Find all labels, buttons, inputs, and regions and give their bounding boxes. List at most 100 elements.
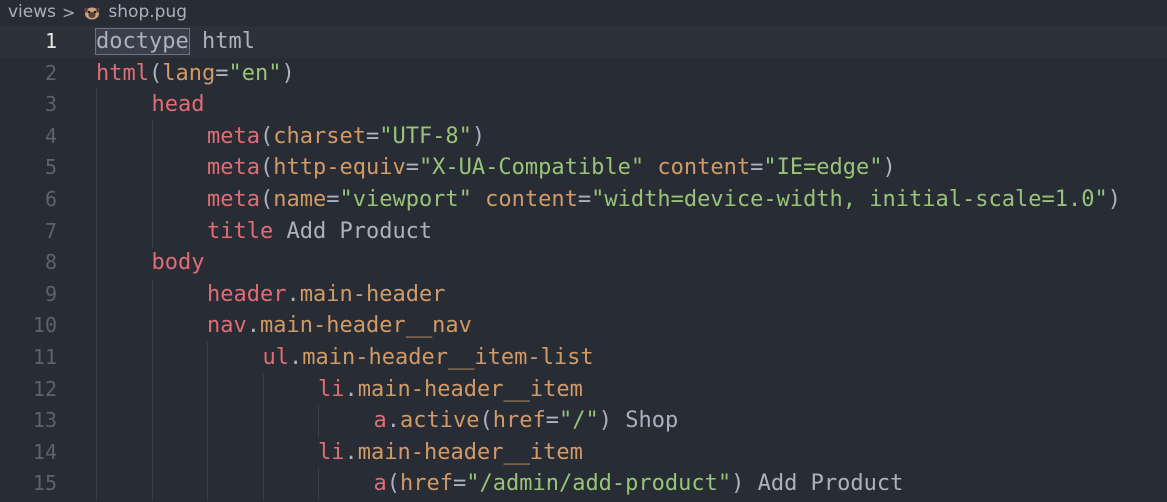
breadcrumb: views > shop.pug [0, 0, 1167, 24]
code-token: content [485, 187, 578, 212]
code-token: href [492, 408, 546, 434]
indent-guide [96, 152, 97, 184]
code-token: ) [281, 60, 295, 86]
code-token: ( [386, 471, 400, 497]
code-line[interactable]: 8 body [0, 247, 1167, 279]
line-number: 2 [44, 60, 57, 85]
code-token: content [657, 155, 751, 181]
indent-guide [262, 468, 264, 500]
code-text: meta(http-equiv="X-UA-Compatible" conten… [207, 152, 896, 184]
code-token: ( [259, 155, 274, 181]
line-number: 3 [44, 92, 57, 117]
code-token: ( [479, 408, 493, 434]
indent-guide [96, 278, 97, 311]
line-number: 1 [44, 29, 57, 53]
indent-guide [151, 215, 153, 248]
code-token: html [96, 60, 149, 86]
indent-guide [96, 342, 97, 374]
code-token: . [344, 439, 358, 465]
indent-guide [96, 247, 97, 279]
code-text: meta(charset="UTF-8") [207, 121, 485, 153]
code-token: . [386, 408, 400, 434]
indent-guide [207, 373, 208, 406]
code-line[interactable]: 15 a(href="/admin/add-product") Add Produ… [0, 468, 1167, 500]
code-line[interactable]: 14 li.main-header__item [0, 436, 1167, 469]
code-token: "UTF-8" [379, 123, 472, 149]
code-token: li [318, 439, 345, 465]
code-token: main-header [299, 281, 446, 307]
code-token: = [215, 60, 229, 86]
code-token: ( [259, 123, 274, 149]
breadcrumb-file[interactable]: shop.pug [108, 2, 187, 22]
code-token: active [400, 408, 480, 434]
code-token: "/admin/add-product" [466, 471, 732, 497]
indent-guide [262, 436, 264, 469]
code-line[interactable]: 5 meta(http-equiv="X-UA-Compatible" conte… [0, 152, 1167, 184]
code-token: . [286, 281, 300, 307]
code-token: body [151, 250, 205, 276]
code-line[interactable]: 2 html(lang="en") [0, 58, 1167, 90]
code-token: http-equiv [273, 155, 406, 181]
indent-guide [96, 468, 97, 500]
code-text: li.main-header__item [318, 374, 583, 406]
code-text: meta(name="viewport" content="width=devi… [207, 184, 1121, 216]
code-token: li [318, 376, 345, 402]
code-editor[interactable]: 1 doctype html 2 html(lang="en") 3 head 4 meta(… [0, 26, 1167, 502]
code-line[interactable]: 11 ul.main-header__item-list [0, 342, 1167, 374]
code-line[interactable]: 4 meta(charset="UTF-8") [0, 120, 1167, 153]
code-token: main-header__item-list [302, 345, 594, 370]
code-token: a [373, 408, 387, 434]
line-number: 14 [32, 439, 57, 464]
code-line[interactable]: 13 a.active(href="/") Shop [0, 405, 1167, 437]
code-token: html [188, 29, 255, 54]
code-token: "en" [228, 60, 282, 86]
code-token: title [207, 218, 274, 244]
code-token: ) [882, 155, 896, 181]
line-number: 4 [44, 123, 57, 148]
indent-guide [151, 184, 153, 216]
indent-guide [96, 184, 97, 216]
code-text: body [152, 247, 205, 279]
code-token: = [452, 471, 467, 497]
indent-guide [96, 215, 97, 248]
code-token: name [273, 187, 327, 212]
indent-guide [151, 373, 153, 406]
code-token: ul [262, 345, 290, 370]
code-token: charset [273, 123, 366, 149]
code-text: nav.main-header__nav [207, 310, 472, 342]
code-token: meta [207, 187, 260, 212]
code-token: = [326, 187, 340, 212]
code-token: href [400, 471, 453, 497]
code-line[interactable]: 6 meta(name="viewport" content="width=dev… [0, 184, 1167, 216]
code-line[interactable]: 1 doctype html [0, 26, 1167, 58]
code-token: nav [207, 313, 247, 339]
code-token: "/" [558, 408, 599, 434]
code-line[interactable]: 9 header.main-header [0, 278, 1167, 311]
line-number: 10 [32, 313, 57, 338]
code-token: = [545, 408, 559, 434]
line-number: 12 [32, 376, 57, 401]
code-text: li.main-header__item [318, 437, 583, 469]
indent-guide [151, 310, 153, 342]
code-line[interactable]: 12 li.main-header__item [0, 373, 1167, 406]
code-token: doctype [95, 28, 190, 55]
indent-guide [207, 436, 208, 469]
code-token: . [246, 313, 260, 339]
indent-guide [262, 405, 264, 437]
line-number: 11 [32, 345, 57, 369]
indent-guide [151, 342, 153, 374]
indent-guide [151, 468, 153, 500]
indent-guide [151, 152, 153, 184]
line-number: 6 [44, 187, 57, 211]
code-token: Shop [611, 408, 679, 434]
code-line[interactable]: 7 title Add Product [0, 215, 1167, 248]
indent-guide [151, 436, 153, 469]
indent-guide [207, 342, 208, 374]
line-number: 13 [32, 408, 57, 433]
code-line[interactable]: 3 head [0, 89, 1167, 121]
indent-guide [96, 405, 97, 437]
code-line[interactable]: 10 nav.main-header__nav [0, 310, 1167, 342]
code-token: "X-UA-Compatible" [418, 155, 645, 181]
breadcrumb-folder[interactable]: views [8, 2, 56, 22]
code-token: ( [259, 187, 274, 212]
